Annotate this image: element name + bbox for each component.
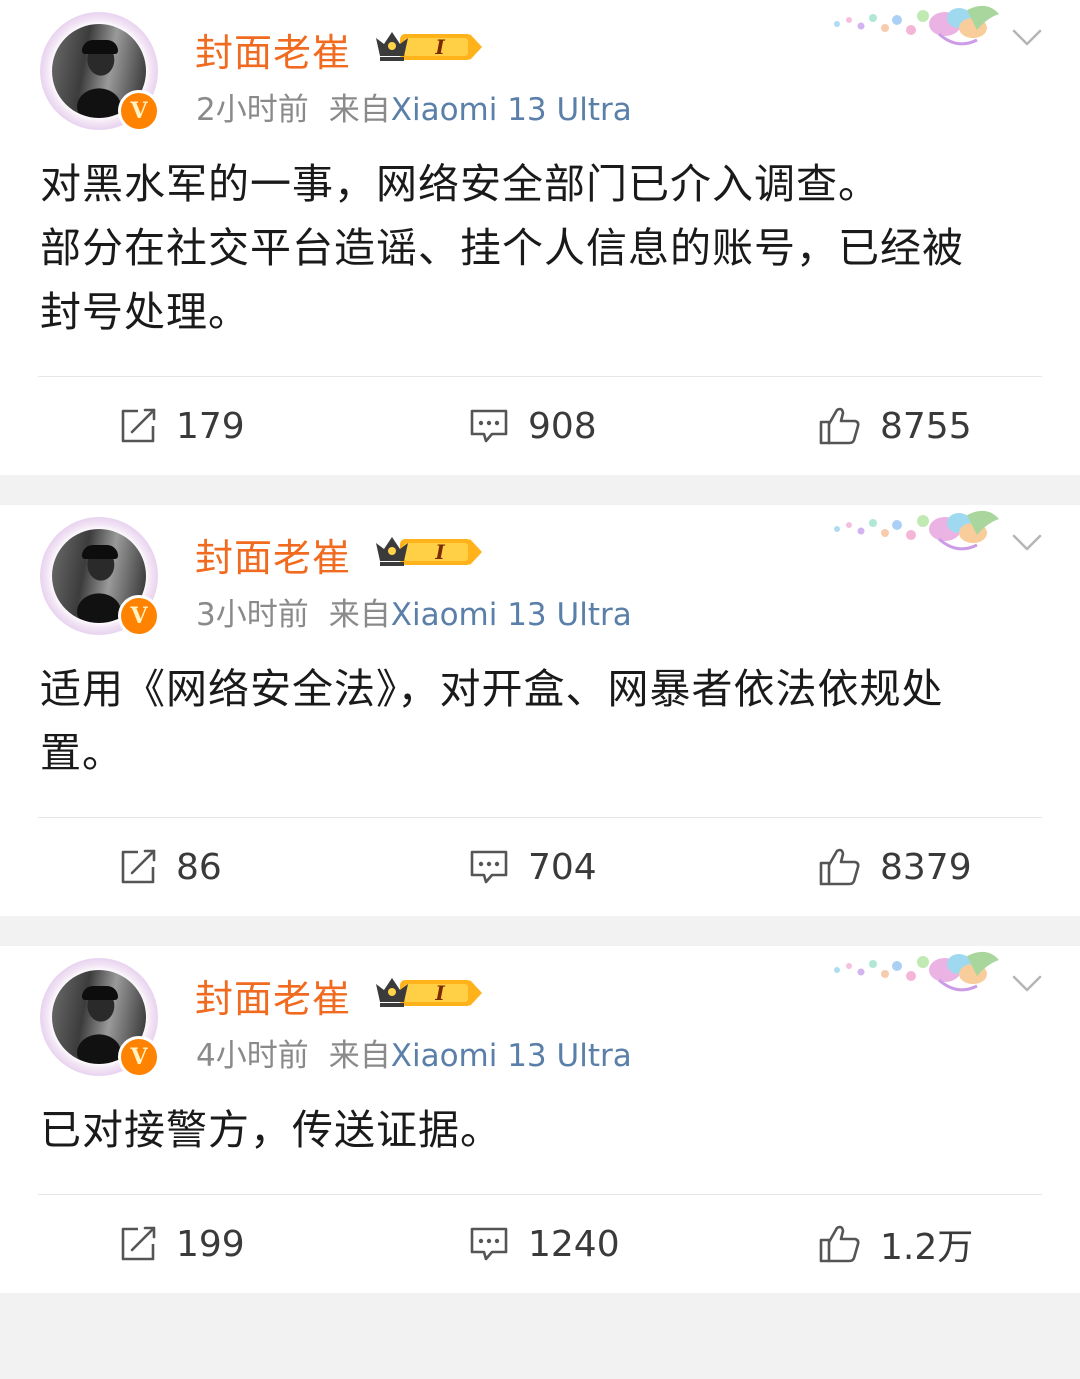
post-meta: 3小时前 来自Xiaomi 13 Ultra — [196, 589, 632, 634]
repost-count: 199 — [176, 1223, 245, 1265]
post-card[interactable]: V 封面老崔 I 2小时前 来自Xiaomi 13 Ultra 对黑水军的一事，… — [0, 0, 1080, 475]
comment-icon — [470, 850, 508, 884]
post-text[interactable]: 适用《网络安全法》，对开盒、网暴者依法依规处 置。 — [0, 645, 1080, 785]
repost-icon — [121, 1226, 156, 1261]
comment-count: 908 — [528, 405, 597, 447]
comment-count: 1240 — [528, 1223, 620, 1265]
post-time: 3小时前 — [196, 597, 309, 633]
comment-button[interactable]: 704 — [468, 818, 597, 916]
post-text-line: 置。 — [40, 729, 124, 777]
repost-count: 86 — [176, 846, 222, 888]
post-card[interactable]: V 封面老崔 I 4小时前 来自Xiaomi 13 Ultra 已对接警方，传送… — [0, 946, 1080, 1293]
repost-button[interactable]: 199 — [118, 1195, 245, 1293]
post-header: V 封面老崔 I 2小时前 来自Xiaomi 13 Ultra — [0, 0, 1080, 140]
like-icon — [819, 1225, 860, 1263]
post-time: 2小时前 — [196, 92, 309, 128]
like-count: 8755 — [880, 405, 972, 447]
crown-badge-icon[interactable]: I — [374, 28, 484, 64]
user-name[interactable]: 封面老崔 — [195, 968, 351, 1023]
repost-icon — [121, 408, 156, 443]
post-text-line: 适用《网络安全法》，对开盒、网暴者依法依规处 — [40, 665, 944, 713]
post-header: V 封面老崔 I 4小时前 来自Xiaomi 13 Ultra — [0, 946, 1080, 1086]
like-button[interactable]: 1.2万 — [818, 1195, 973, 1293]
from-label: 来自 — [328, 597, 391, 633]
post-text-line: 封号处理。 — [40, 288, 250, 336]
post-meta: 4小时前 来自Xiaomi 13 Ultra — [196, 1030, 632, 1075]
action-bar: 86 704 8379 — [38, 817, 1042, 916]
user-name[interactable]: 封面老崔 — [195, 527, 351, 582]
post-text-line: 对黑水军的一事，网络安全部门已介入调查。 — [40, 160, 880, 208]
comment-icon — [470, 1227, 508, 1261]
like-button[interactable]: 8755 — [818, 377, 972, 475]
card-decoration-icon — [834, 5, 999, 46]
repost-button[interactable]: 86 — [118, 818, 222, 916]
post-card[interactable]: V 封面老崔 I 3小时前 来自Xiaomi 13 Ultra 适用《网络安全法… — [0, 505, 1080, 916]
from-label: 来自 — [328, 1038, 391, 1074]
repost-button[interactable]: 179 — [118, 377, 245, 475]
avatar[interactable]: V — [40, 12, 160, 132]
post-text-line: 已对接警方，传送证据。 — [40, 1106, 502, 1154]
chevron-down-icon[interactable] — [1012, 28, 1042, 48]
action-bar: 179 908 8755 — [38, 376, 1042, 475]
card-decoration-icon — [834, 510, 999, 551]
like-button[interactable]: 8379 — [818, 818, 972, 916]
post-text[interactable]: 对黑水军的一事，网络安全部门已介入调查。部分在社交平台造谣、挂个人信息的账号，已… — [0, 140, 1080, 344]
post-source[interactable]: Xiaomi 13 Ultra — [391, 597, 632, 633]
crown-badge-icon[interactable]: I — [374, 974, 484, 1010]
post-source[interactable]: Xiaomi 13 Ultra — [391, 1038, 632, 1074]
verified-badge-icon: V — [118, 1036, 160, 1078]
weibo-feed: V 封面老崔 I 2小时前 来自Xiaomi 13 Ultra 对黑水军的一事，… — [0, 0, 1080, 1293]
from-label: 来自 — [328, 92, 391, 128]
vip-level-label: I — [434, 35, 445, 59]
post-text[interactable]: 已对接警方，传送证据。 — [0, 1086, 1080, 1162]
post-text-line: 部分在社交平台造谣、挂个人信息的账号，已经被 — [40, 224, 964, 272]
post-source[interactable]: Xiaomi 13 Ultra — [391, 92, 632, 128]
repost-count: 179 — [176, 405, 245, 447]
avatar[interactable]: V — [40, 958, 160, 1078]
post-meta: 2小时前 来自Xiaomi 13 Ultra — [196, 84, 632, 129]
comment-button[interactable]: 1240 — [468, 1195, 620, 1293]
card-decoration-icon — [834, 951, 999, 992]
chevron-down-icon[interactable] — [1012, 533, 1042, 553]
post-header: V 封面老崔 I 3小时前 来自Xiaomi 13 Ultra — [0, 505, 1080, 645]
crown-badge-icon[interactable]: I — [374, 533, 484, 569]
user-name[interactable]: 封面老崔 — [195, 22, 351, 77]
repost-icon — [121, 849, 156, 884]
verified-badge-icon: V — [118, 90, 160, 132]
verified-badge-icon: V — [118, 595, 160, 637]
like-count: 1.2万 — [880, 1227, 974, 1268]
chevron-down-icon[interactable] — [1012, 974, 1042, 994]
comment-icon — [470, 409, 508, 443]
avatar[interactable]: V — [40, 517, 160, 637]
vip-level-label: I — [434, 540, 445, 564]
post-time: 4小时前 — [196, 1038, 309, 1074]
comment-count: 704 — [528, 846, 597, 888]
vip-level-label: I — [434, 981, 445, 1005]
like-count: 8379 — [880, 846, 972, 888]
like-icon — [819, 407, 860, 445]
action-bar: 199 1240 1.2万 — [38, 1194, 1042, 1293]
like-icon — [819, 848, 860, 886]
comment-button[interactable]: 908 — [468, 377, 597, 475]
